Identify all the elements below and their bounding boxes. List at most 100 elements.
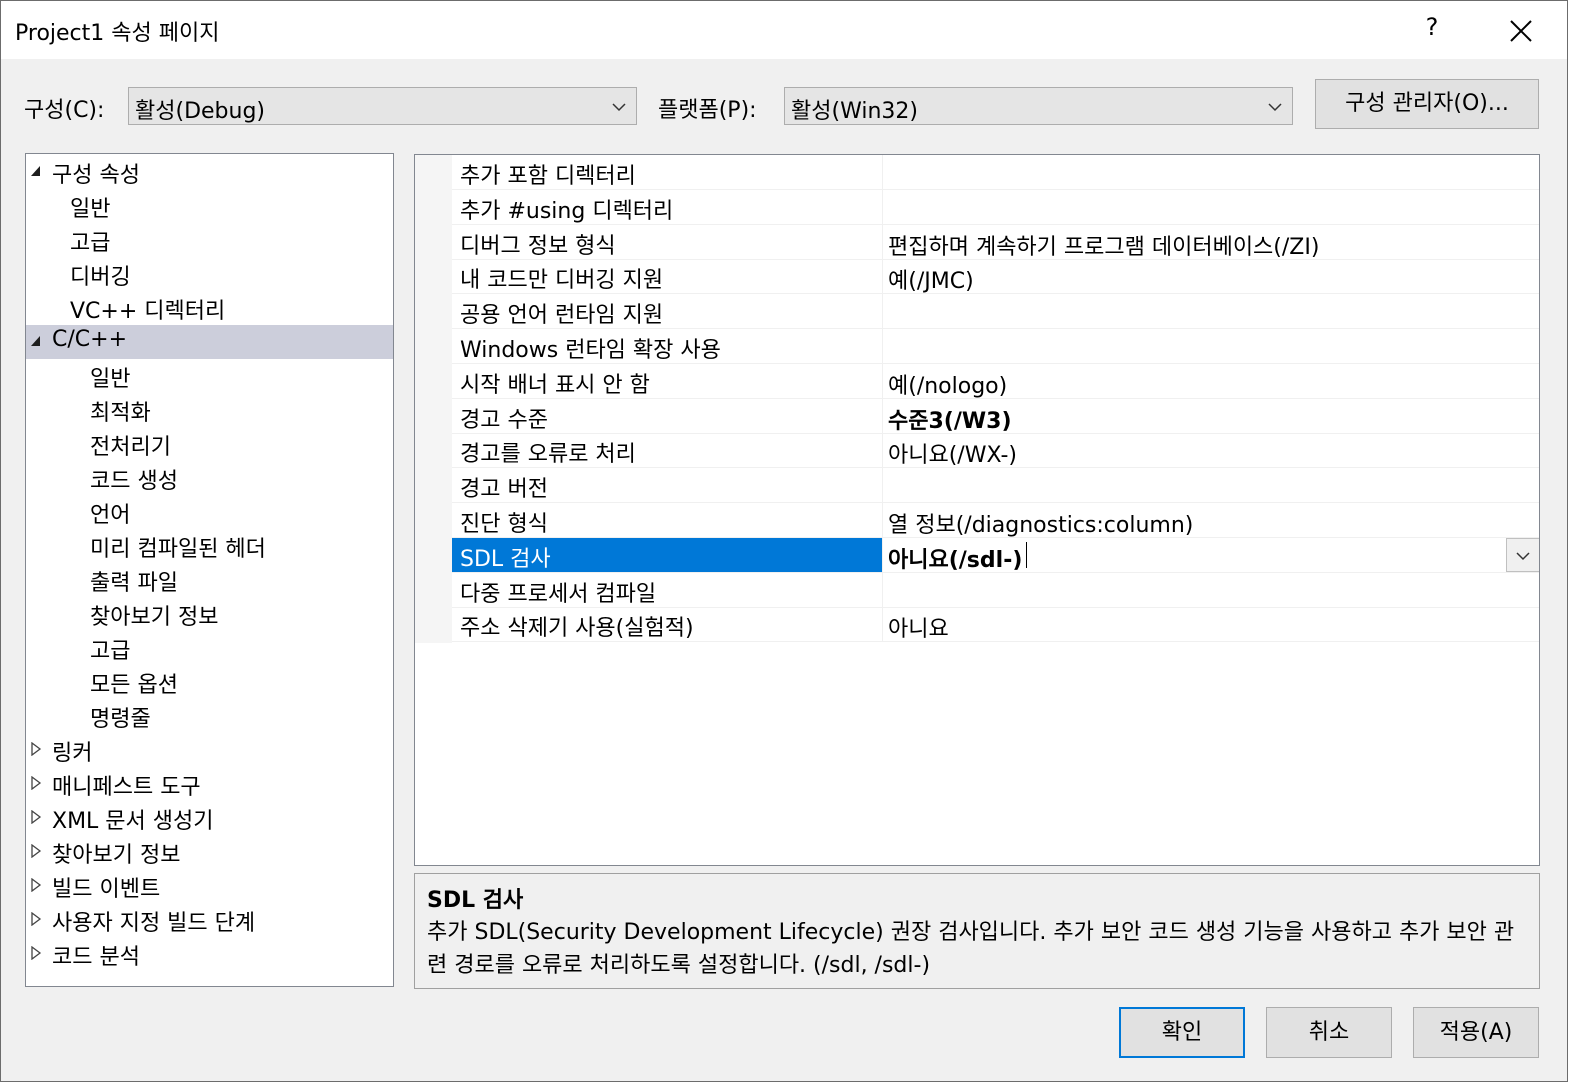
property-row[interactable]: Windows 런타임 확장 사용 xyxy=(452,329,1539,364)
tree-item-label: 링커 xyxy=(52,741,93,766)
column-divider xyxy=(882,155,883,189)
tree-item[interactable]: 코드 생성 xyxy=(26,461,393,495)
collapsed-triangle-icon[interactable] xyxy=(30,844,42,858)
tree-item-label: 모든 옵션 xyxy=(90,673,178,698)
property-grid[interactable]: 추가 포함 디렉터리 추가 #using 디렉터리디버그 정보 형식 편집하며 계속… xyxy=(414,154,1540,866)
tree-item-label: 일반 xyxy=(70,197,111,222)
column-divider xyxy=(882,433,883,468)
property-row[interactable]: 내 코드만 디버깅 지원 예(/JMC) xyxy=(452,259,1539,295)
tree-item[interactable]: 명령줄 xyxy=(26,699,393,733)
property-value: 열 정보(/diagnostics:column) xyxy=(888,513,1194,538)
tree-item[interactable]: 최적화 xyxy=(26,393,393,427)
collapsed-triangle-icon[interactable] xyxy=(30,776,42,790)
property-row[interactable]: 추가 #using 디렉터리 xyxy=(452,189,1539,225)
collapsed-triangle-icon[interactable] xyxy=(30,742,42,756)
property-row[interactable]: 진단 형식 열 정보(/diagnostics:column) xyxy=(452,503,1539,538)
tree-item[interactable]: 전처리기 xyxy=(26,427,393,461)
column-divider xyxy=(882,363,883,398)
settings-tree[interactable]: 구성 속성 일반 고급 디버깅 VC++ 디렉터리 C/C++ 일반 최적화 전처리기 코드 생성… xyxy=(25,153,394,987)
column-divider xyxy=(882,537,883,572)
column-divider xyxy=(882,189,883,224)
tree-item-label: 찾아보기 정보 xyxy=(52,843,181,868)
tree-item-label: 찾아보기 정보 xyxy=(90,605,219,630)
property-value: 예(/JMC) xyxy=(888,269,974,295)
tree-item[interactable]: 미리 컴파일된 헤더 xyxy=(26,529,393,563)
property-row[interactable]: 다중 프로세서 컴파일 xyxy=(452,572,1539,608)
column-divider xyxy=(882,503,883,537)
tree-item-label: 출력 파일 xyxy=(90,571,178,596)
tree-item-label: 구성 속성 xyxy=(52,163,140,188)
configuration-label: 구성(C): xyxy=(24,98,105,123)
apply-button[interactable]: 적용(A) xyxy=(1413,1007,1539,1058)
ok-button[interactable]: 확인 xyxy=(1119,1007,1245,1058)
help-button[interactable]: ? xyxy=(1421,13,1443,41)
configuration-manager-button[interactable]: 구성 관리자(O)... xyxy=(1315,79,1539,129)
property-name: SDL 검사 xyxy=(460,546,551,572)
collapsed-triangle-icon[interactable] xyxy=(30,878,42,892)
expanded-triangle-icon[interactable] xyxy=(30,334,42,348)
grid-margin xyxy=(415,155,452,643)
property-name: 내 코드만 디버깅 지원 xyxy=(460,268,664,294)
property-name: 디버그 정보 형식 xyxy=(460,233,616,259)
tree-item[interactable]: 매니페스트 도구 xyxy=(26,767,393,801)
property-row[interactable]: 시작 배너 표시 안 함 예(/nologo) xyxy=(452,363,1539,399)
property-name: 추가 포함 디렉터리 xyxy=(460,164,636,189)
collapsed-triangle-icon[interactable] xyxy=(30,912,42,926)
close-icon[interactable] xyxy=(1503,13,1539,49)
collapsed-triangle-icon[interactable] xyxy=(30,810,42,824)
property-value: 아니요(/WX-) xyxy=(888,443,1017,469)
collapsed-triangle-icon[interactable] xyxy=(30,946,42,960)
tree-item-label: 명령줄 xyxy=(90,707,151,732)
cancel-button[interactable]: 취소 xyxy=(1266,1007,1392,1058)
tree-item-label: 매니페스트 도구 xyxy=(52,775,201,800)
tree-item[interactable]: 사용자 지정 빌드 단계 xyxy=(26,903,393,937)
column-divider xyxy=(882,468,883,503)
property-row[interactable]: 주소 삭제기 사용(실험적) 아니요 xyxy=(452,607,1539,643)
tree-item[interactable]: 고급 xyxy=(26,631,393,665)
property-name: 시작 배너 표시 안 함 xyxy=(460,372,650,398)
platform-combo[interactable]: 활성(Win32) xyxy=(784,87,1293,125)
configuration-combo[interactable]: 활성(Debug) xyxy=(128,87,637,125)
tree-item[interactable]: 일반 xyxy=(26,189,393,223)
tree-item[interactable]: 찾아보기 정보 xyxy=(26,835,393,869)
property-name: 다중 프로세서 컴파일 xyxy=(460,581,657,607)
tree-item[interactable]: 모든 옵션 xyxy=(26,665,393,699)
tree-item[interactable]: 출력 파일 xyxy=(26,563,393,597)
tree-item-label: VC++ 디렉터리 xyxy=(70,299,226,324)
value-dropdown-button[interactable] xyxy=(1506,537,1539,572)
column-divider xyxy=(882,329,883,363)
tree-item-label: 전처리기 xyxy=(90,435,171,460)
chevron-down-icon xyxy=(1268,103,1282,112)
tree-item-label: 일반 xyxy=(90,367,131,392)
property-row[interactable]: 추가 포함 디렉터리 xyxy=(452,155,1539,190)
property-value: 예(/nologo) xyxy=(888,373,1008,399)
property-row[interactable]: 공용 언어 런타임 지원 xyxy=(452,294,1539,330)
tree-item[interactable]: XML 문서 생성기 xyxy=(26,801,393,835)
tree-item[interactable]: 디버깅 xyxy=(26,257,393,291)
property-row[interactable]: 경고 버전 xyxy=(452,468,1539,504)
tree-item[interactable]: 찾아보기 정보 xyxy=(26,597,393,631)
tree-item[interactable]: VC++ 디렉터리 xyxy=(26,291,393,325)
property-row[interactable]: 경고 수준 수준3(/W3) xyxy=(452,398,1539,434)
property-name: 경고 수준 xyxy=(460,407,548,433)
tree-item-label: 빌드 이벤트 xyxy=(52,877,161,902)
tree-item[interactable]: 빌드 이벤트 xyxy=(26,869,393,903)
property-row[interactable]: 경고를 오류로 처리 아니요(/WX-) xyxy=(452,433,1539,469)
column-divider xyxy=(882,607,883,642)
tree-item-label: 사용자 지정 빌드 단계 xyxy=(52,911,256,936)
tree-item[interactable]: 링커 xyxy=(26,733,393,767)
property-pages-dialog: Project1 속성 페이지 ? 구성(C): 활성(Debug) 플랫폼(P… xyxy=(0,0,1568,1082)
property-row[interactable]: SDL 검사 아니요(/sdl-) xyxy=(452,537,1539,574)
expanded-triangle-icon[interactable] xyxy=(30,164,42,178)
tree-item[interactable]: 고급 xyxy=(26,223,393,257)
property-row[interactable]: 디버그 정보 형식 편집하며 계속하기 프로그램 데이터베이스(/ZI) xyxy=(452,224,1539,260)
tree-item-label: 코드 생성 xyxy=(90,469,178,494)
tree-item[interactable]: 코드 분석 xyxy=(26,937,393,971)
tree-item[interactable]: 구성 속성 xyxy=(26,155,393,189)
tree-item[interactable]: 언어 xyxy=(26,495,393,529)
property-value: 편집하며 계속하기 프로그램 데이터베이스(/ZI) xyxy=(888,234,1320,260)
description-text: 추가 SDL(Security Development Lifecycle) 권… xyxy=(427,920,1515,978)
tree-item[interactable]: 일반 xyxy=(26,359,393,393)
property-value-editor[interactable]: 아니요(/sdl-) xyxy=(888,542,1022,574)
tree-item[interactable]: C/C++ xyxy=(26,325,393,359)
